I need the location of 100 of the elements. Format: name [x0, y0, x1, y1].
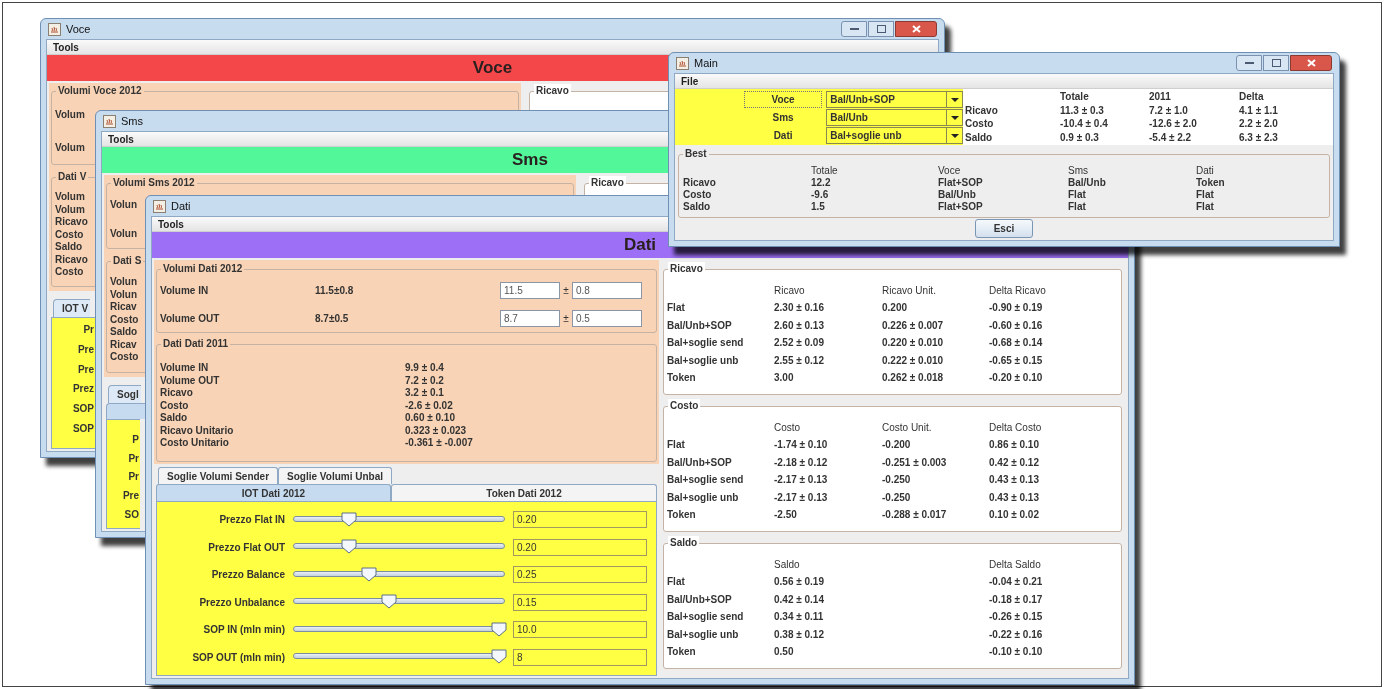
table-cell-text: -1.74 ± 0.10	[774, 438, 829, 452]
close-button[interactable]	[1290, 55, 1332, 71]
table-cell-text: Flat+SOP	[938, 201, 984, 213]
minimize-icon	[1244, 61, 1254, 65]
input-field[interactable]: 8.7	[500, 309, 560, 327]
column-header: Sms	[1068, 165, 1089, 177]
input-field[interactable]: 0.8	[572, 281, 642, 299]
table-cell-text: -10.4 ± 0.4	[1060, 117, 1109, 131]
table-cell-text: 0.50	[774, 645, 795, 659]
tab[interactable]: IOT Dati 2012	[156, 484, 391, 501]
input-field[interactable]: 0.15	[513, 593, 647, 611]
tab[interactable]: Soglie Volumi Unbal	[278, 467, 392, 484]
table-cell-text: -0.65 ± 0.15	[989, 353, 1044, 368]
slider-label: Pr	[128, 470, 140, 485]
table-cell-text: -0.04 ± 0.21	[989, 575, 1044, 589]
dropdown[interactable]: Bal/Unb	[826, 108, 963, 126]
plus-minus-sign: ±	[562, 283, 570, 298]
tab[interactable]: IOT V	[53, 299, 91, 317]
header-title: Voce	[472, 57, 513, 80]
window-title: Sms	[121, 113, 143, 129]
slider-track[interactable]	[291, 539, 507, 556]
slider-thumb[interactable]	[341, 511, 357, 527]
menu-item[interactable]: Tools	[156, 217, 186, 232]
maximize-button[interactable]	[868, 21, 894, 37]
row-label: Volume IN	[160, 362, 210, 375]
table-cell-text: -0.90 ± 0.19	[989, 301, 1044, 315]
input-field[interactable]: 10.0	[513, 621, 647, 639]
column-header: Dati	[1196, 165, 1215, 177]
table-cell-text: Bal+soglie unb	[667, 627, 740, 642]
row-label: Ricav	[110, 301, 137, 314]
row-label: Saldo	[160, 412, 189, 425]
input-field[interactable]: 0.20	[513, 511, 647, 529]
row-label: Costo	[965, 117, 995, 131]
row-label: Costo Unitario	[160, 437, 230, 450]
minimize-button[interactable]	[1236, 55, 1262, 71]
slider-track[interactable]	[291, 649, 507, 666]
slider-label: Prezzo Flat IN	[218, 513, 285, 528]
table-cell-text: Token	[667, 645, 697, 659]
column-header: 2011	[1149, 90, 1172, 104]
table-cell-text: -2.50	[774, 508, 798, 522]
tab[interactable]: Sogl	[108, 385, 141, 403]
table-cell-text: Flat	[667, 438, 686, 452]
menu-item[interactable]: Tools	[106, 132, 136, 147]
input-field[interactable]: 11.5	[500, 281, 560, 299]
table-cell-text: 7.2 ± 1.0	[1149, 103, 1189, 117]
column-header: Delta Ricavo	[989, 283, 1047, 298]
minimize-button[interactable]	[841, 21, 867, 37]
slider-label: Prezzo Unbalance	[198, 595, 285, 610]
slider-thumb[interactable]	[491, 649, 507, 665]
slider-label: Pre	[77, 362, 95, 377]
column-header: Totale	[811, 165, 839, 177]
input-field[interactable]: 8	[513, 648, 647, 666]
row-label: Volum	[55, 108, 85, 122]
row-value: 9.9 ± 0.4	[405, 362, 445, 375]
row-label: Saldo	[683, 201, 712, 213]
slider-thumb[interactable]	[491, 621, 507, 637]
input-field[interactable]: 0.5	[572, 309, 642, 327]
slider-track[interactable]	[291, 594, 507, 611]
slider-label: SO	[124, 508, 140, 523]
close-button[interactable]	[895, 21, 937, 37]
exit-button[interactable]: Esci	[975, 219, 1033, 238]
table-cell-text: Token	[667, 508, 697, 522]
row-label: Saldo	[110, 326, 138, 339]
slider-label: Pr	[83, 323, 95, 338]
table-cell-text: -2.18 ± 0.12	[774, 455, 829, 470]
input-field[interactable]: 0.25	[513, 566, 647, 584]
row-label: Ricav	[110, 338, 137, 352]
menu-item[interactable]: Tools	[51, 40, 81, 55]
row-label: Volum	[55, 203, 85, 217]
window-icon	[103, 114, 116, 128]
tab[interactable]: Soglie Volumi Sender	[158, 467, 279, 484]
table-cell-text: -12.6 ± 2.0	[1149, 117, 1198, 131]
menu-item[interactable]: File	[679, 74, 701, 89]
slider-label: P	[132, 432, 140, 447]
row-label: Costo	[110, 313, 139, 327]
table-cell-text: -0.250	[882, 473, 912, 487]
caret-icon	[946, 127, 962, 143]
slider-label: SOP IN (mln min)	[202, 623, 285, 638]
slider-track[interactable]	[291, 566, 507, 583]
caret-icon	[946, 109, 962, 125]
tab[interactable]	[106, 403, 146, 419]
slider-thumb[interactable]	[361, 566, 377, 582]
table-cell-text: 3.00	[774, 371, 795, 385]
table-cell-text: 0.86 ± 0.10	[989, 438, 1040, 452]
maximize-button[interactable]	[1263, 55, 1289, 71]
table-cell-text: 2.30 ± 0.16	[774, 301, 825, 315]
table-cell-text: Flat	[1068, 201, 1087, 213]
slider-track[interactable]	[291, 511, 507, 528]
slider-track[interactable]	[291, 621, 507, 638]
row-value: 0.60 ± 0.10	[405, 412, 456, 425]
dropdown[interactable]: Bal+soglie unb	[826, 126, 963, 144]
tab[interactable]: Token Dati 2012	[391, 484, 657, 501]
table-cell-text: 0.34 ± 0.11	[774, 610, 825, 624]
dropdown[interactable]: Bal/Unb+SOP	[826, 90, 963, 108]
row-label: Costo	[55, 266, 84, 279]
table-cell-text: 0.220 ± 0.010	[882, 336, 945, 350]
slider-thumb[interactable]	[381, 594, 397, 610]
row-value: -0.361 ± -0.007	[405, 437, 474, 450]
input-field[interactable]: 0.20	[513, 538, 647, 556]
table-cell-text: -0.200	[882, 438, 912, 452]
